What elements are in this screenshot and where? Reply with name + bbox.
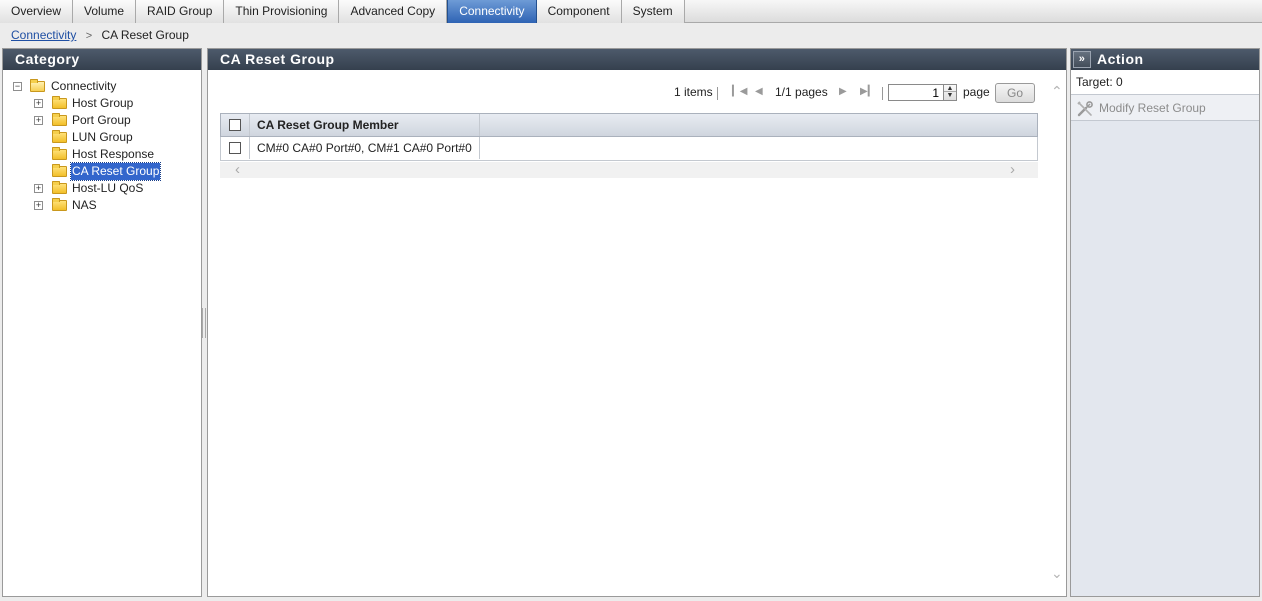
tab-system[interactable]: System bbox=[621, 0, 685, 23]
tab-volume[interactable]: Volume bbox=[73, 0, 137, 23]
next-page-icon[interactable]: ▶ bbox=[839, 86, 847, 97]
page-number-input[interactable] bbox=[888, 84, 944, 101]
scroll-up-icon[interactable]: ⌃ bbox=[1051, 83, 1063, 100]
collapse-icon[interactable]: − bbox=[13, 82, 22, 91]
action-panel-title: Action bbox=[1097, 51, 1144, 67]
main-panel: CA Reset Group 1 items ▎◀ ◀ 1/1 pages ▶ … bbox=[207, 48, 1067, 597]
member-table: CA Reset Group Member CM#0 CA#0 Port#0, … bbox=[220, 113, 1038, 161]
horizontal-scrollbar[interactable]: ‹ › bbox=[220, 162, 1038, 178]
category-panel: Category − Connectivity + Host Group + P… bbox=[2, 48, 202, 597]
tree-item-host-response: Host Response bbox=[11, 146, 201, 163]
wrench-icon bbox=[1077, 100, 1093, 117]
folder-icon bbox=[52, 113, 67, 126]
scroll-down-icon[interactable]: ⌄ bbox=[1051, 565, 1063, 582]
breadcrumb: Connectivity > CA Reset Group bbox=[0, 24, 1262, 46]
category-panel-title: Category bbox=[3, 49, 201, 70]
panel-splitter-handle[interactable] bbox=[202, 308, 206, 338]
expand-icon[interactable]: + bbox=[34, 184, 43, 193]
tree-item-port-group: + Port Group bbox=[11, 112, 201, 129]
tree-label-lun-group[interactable]: LUN Group bbox=[71, 129, 134, 146]
expand-icon[interactable]: + bbox=[34, 116, 43, 125]
action-panel: » Action Target: 0 Modify Reset Group bbox=[1070, 48, 1260, 597]
main-tab-bar: Overview Volume RAID Group Thin Provisio… bbox=[0, 0, 1262, 23]
spinner-down-icon[interactable]: ▼ bbox=[944, 92, 956, 99]
row-checkbox[interactable] bbox=[229, 142, 241, 154]
go-button[interactable]: Go bbox=[995, 83, 1035, 103]
tree-label-connectivity[interactable]: Connectivity bbox=[50, 78, 117, 95]
tree-label-host-lu-qos[interactable]: Host-LU QoS bbox=[71, 180, 144, 197]
divider bbox=[882, 87, 883, 100]
prev-page-icon[interactable]: ◀ bbox=[755, 86, 763, 97]
tab-overview[interactable]: Overview bbox=[0, 0, 74, 23]
first-page-icon[interactable]: ▎◀ bbox=[732, 86, 747, 97]
modify-reset-group-action[interactable]: Modify Reset Group bbox=[1071, 95, 1259, 121]
tab-raid-group[interactable]: RAID Group bbox=[136, 0, 225, 23]
tree-label-port-group[interactable]: Port Group bbox=[71, 112, 132, 129]
scroll-left-icon[interactable]: ‹ bbox=[235, 162, 240, 178]
page-count: 1/1 pages bbox=[775, 85, 828, 99]
tree-item-lun-group: LUN Group bbox=[11, 129, 201, 146]
tree-label-ca-reset-group[interactable]: CA Reset Group bbox=[69, 162, 162, 181]
column-header-member[interactable]: CA Reset Group Member bbox=[250, 114, 480, 136]
tree-item-ca-reset-group: CA Reset Group bbox=[11, 162, 201, 181]
spinner-up-icon[interactable]: ▲ bbox=[944, 85, 956, 92]
expand-icon[interactable]: + bbox=[34, 99, 43, 108]
modify-reset-group-label: Modify Reset Group bbox=[1099, 101, 1206, 115]
select-all-checkbox[interactable] bbox=[229, 119, 241, 131]
breadcrumb-separator: > bbox=[85, 30, 93, 42]
last-page-icon[interactable]: ▶▎ bbox=[860, 86, 875, 97]
cell-member: CM#0 CA#0 Port#0, CM#1 CA#0 Port#0 bbox=[250, 137, 480, 159]
page-spinner[interactable]: ▲ ▼ bbox=[943, 84, 957, 101]
pagination-bar: 1 items ▎◀ ◀ 1/1 pages ▶ ▶▎ ▲ ▼ page Go bbox=[208, 83, 1048, 104]
tree-item-nas: + NAS bbox=[11, 197, 201, 214]
folder-icon bbox=[52, 181, 67, 194]
expand-icon[interactable]: + bbox=[34, 201, 43, 210]
folder-icon bbox=[52, 164, 67, 177]
row-select-cell bbox=[221, 137, 250, 159]
table-row[interactable]: CM#0 CA#0 Port#0, CM#1 CA#0 Port#0 bbox=[220, 137, 1038, 161]
tree-label-nas[interactable]: NAS bbox=[71, 197, 98, 214]
tree-item-host-lu-qos: + Host-LU QoS bbox=[11, 180, 201, 197]
tree-label-host-group[interactable]: Host Group bbox=[71, 95, 134, 112]
scroll-right-icon[interactable]: › bbox=[1010, 162, 1015, 178]
tab-connectivity[interactable]: Connectivity bbox=[447, 0, 537, 23]
target-count: Target: 0 bbox=[1071, 70, 1259, 95]
folder-icon bbox=[52, 96, 67, 109]
divider bbox=[717, 87, 718, 100]
tree-item-connectivity: − Connectivity bbox=[11, 78, 201, 95]
main-panel-title: CA Reset Group bbox=[208, 49, 1066, 70]
category-tree: − Connectivity + Host Group + Port Group… bbox=[3, 70, 201, 214]
folder-icon bbox=[52, 198, 67, 211]
select-all-cell bbox=[221, 114, 250, 136]
tree-item-host-group: + Host Group bbox=[11, 95, 201, 112]
open-folder-icon bbox=[30, 79, 45, 92]
tree-label-host-response[interactable]: Host Response bbox=[71, 146, 155, 163]
page-label: page bbox=[963, 85, 990, 99]
tab-component[interactable]: Component bbox=[536, 0, 622, 23]
tab-thin-provisioning[interactable]: Thin Provisioning bbox=[224, 0, 340, 23]
breadcrumb-current: CA Reset Group bbox=[101, 28, 189, 42]
folder-icon bbox=[52, 130, 67, 143]
breadcrumb-link-connectivity[interactable]: Connectivity bbox=[11, 28, 76, 42]
table-header: CA Reset Group Member bbox=[220, 113, 1038, 137]
action-panel-header: » Action bbox=[1071, 49, 1259, 70]
collapse-panel-icon[interactable]: » bbox=[1073, 51, 1091, 68]
folder-icon bbox=[52, 147, 67, 160]
item-count: 1 items bbox=[674, 85, 713, 99]
tab-advanced-copy[interactable]: Advanced Copy bbox=[339, 0, 448, 23]
